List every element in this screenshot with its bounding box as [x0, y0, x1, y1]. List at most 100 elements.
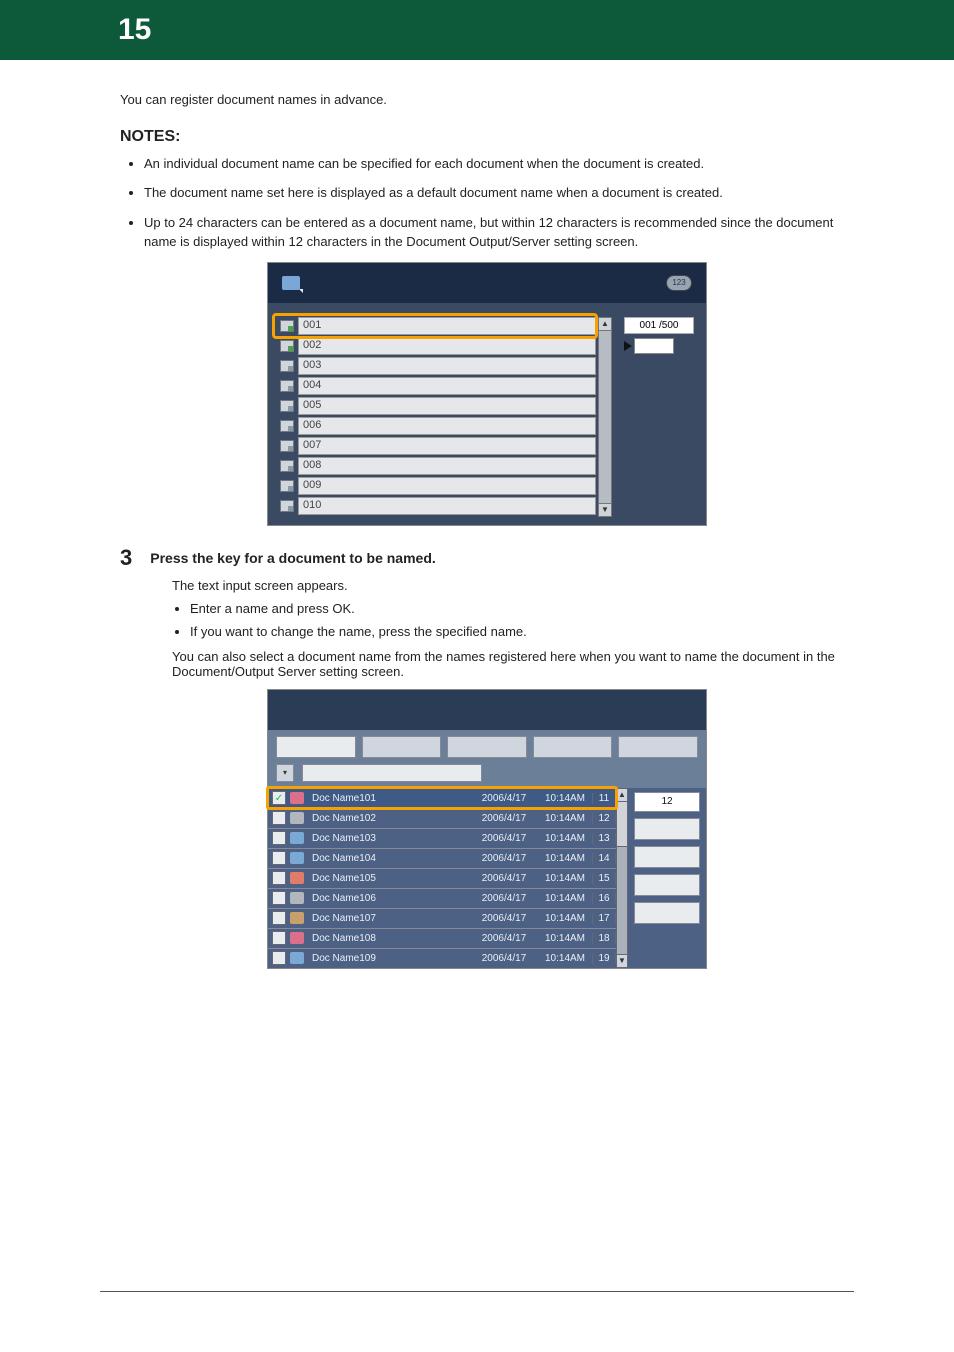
side-actions: 12	[628, 788, 706, 968]
list-item[interactable]: 004	[280, 377, 596, 395]
list-item[interactable]: 007	[280, 437, 596, 455]
list-item[interactable]: 010	[280, 497, 596, 515]
docname-field[interactable]: 007	[298, 437, 596, 455]
docname-field[interactable]: 001	[298, 317, 596, 335]
scroll-thumb[interactable]	[617, 802, 627, 848]
checkbox-icon[interactable]	[272, 871, 286, 885]
edit-icon	[280, 340, 294, 352]
checkbox-icon[interactable]	[272, 851, 286, 865]
doc-date: 2006/4/17	[470, 813, 538, 824]
action-button[interactable]	[634, 818, 700, 840]
checkbox-icon[interactable]	[272, 931, 286, 945]
checkbox-icon[interactable]: ✓	[272, 791, 286, 805]
doc-type-icon	[290, 852, 304, 864]
page-header: 15	[0, 0, 954, 60]
checkbox-icon[interactable]	[272, 811, 286, 825]
table-row[interactable]: Doc Name1032006/4/1710:14AM13	[268, 828, 616, 848]
doc-time: 10:14AM	[538, 873, 592, 884]
list-item[interactable]: 003	[280, 357, 596, 375]
doc-time: 10:14AM	[538, 913, 592, 924]
edit-icon	[280, 480, 294, 492]
docname-field[interactable]: 003	[298, 357, 596, 375]
tab[interactable]	[533, 736, 613, 758]
scroll-track[interactable]	[598, 331, 612, 503]
list-item[interactable]: 008	[280, 457, 596, 475]
doc-name: Doc Name102	[308, 813, 470, 824]
action-button[interactable]	[634, 846, 700, 868]
step-text: Press the key for a document to be named…	[150, 546, 436, 570]
doc-type-icon	[290, 892, 304, 904]
checkbox-icon[interactable]	[272, 831, 286, 845]
action-button[interactable]	[634, 874, 700, 896]
doc-date: 2006/4/17	[470, 853, 538, 864]
docname-field[interactable]: 004	[298, 377, 596, 395]
docname-field[interactable]: 010	[298, 497, 596, 515]
checkbox-icon[interactable]	[272, 911, 286, 925]
action-button[interactable]	[634, 902, 700, 924]
docname-field[interactable]: 002	[298, 337, 596, 355]
doc-pages: 15	[592, 873, 616, 884]
docname-field[interactable]: 005	[298, 397, 596, 415]
scrollbar[interactable]: ▲ ▼	[598, 317, 612, 517]
table-row[interactable]: Doc Name1072006/4/1710:14AM17	[268, 908, 616, 928]
doc-time: 10:14AM	[538, 793, 592, 804]
list-item[interactable]: 005	[280, 397, 596, 415]
toolbar: ▾	[268, 758, 706, 788]
checkbox-icon[interactable]	[272, 891, 286, 905]
tab[interactable]	[276, 736, 356, 758]
doc-pages: 13	[592, 833, 616, 844]
screen1-header: 123	[268, 263, 706, 303]
doc-pages: 16	[592, 893, 616, 904]
docname-field[interactable]: 009	[298, 477, 596, 495]
table-row[interactable]: Doc Name1062006/4/1710:14AM16	[268, 888, 616, 908]
scroll-up-button[interactable]: ▲	[616, 788, 628, 802]
jump-control[interactable]	[624, 338, 694, 354]
doc-date: 2006/4/17	[470, 933, 538, 944]
tab[interactable]	[362, 736, 442, 758]
doc-type-icon	[290, 932, 304, 944]
edit-icon	[280, 440, 294, 452]
scrollbar[interactable]: ▲ ▼	[616, 788, 628, 968]
search-input[interactable]	[302, 764, 482, 782]
edit-icon	[280, 400, 294, 412]
scroll-down-button[interactable]: ▼	[616, 954, 628, 968]
list-item[interactable]: 001	[280, 317, 596, 335]
scroll-track[interactable]	[616, 802, 628, 954]
document-settings-icon[interactable]	[282, 276, 300, 290]
subheading: The text input screen appears.	[172, 578, 854, 593]
table-row[interactable]: Doc Name1022006/4/1710:14AM12	[268, 808, 616, 828]
edit-icon	[280, 460, 294, 472]
scroll-up-button[interactable]: ▲	[598, 317, 612, 331]
table-row[interactable]: Doc Name1082006/4/1710:14AM18	[268, 928, 616, 948]
docname-field[interactable]: 008	[298, 457, 596, 475]
doc-type-icon	[290, 872, 304, 884]
doc-date: 2006/4/17	[470, 953, 538, 964]
table-row[interactable]: Doc Name1092006/4/1710:14AM19	[268, 948, 616, 968]
jump-field[interactable]	[634, 338, 674, 354]
doc-time: 10:14AM	[538, 933, 592, 944]
doc-name: Doc Name108	[308, 933, 470, 944]
scroll-down-button[interactable]: ▼	[598, 503, 612, 517]
doc-pages: 14	[592, 853, 616, 864]
list-item[interactable]: 006	[280, 417, 596, 435]
table-row[interactable]: Doc Name1042006/4/1710:14AM14	[268, 848, 616, 868]
doc-type-icon	[290, 832, 304, 844]
list-item[interactable]: 009	[280, 477, 596, 495]
doc-date: 2006/4/17	[470, 893, 538, 904]
counter-icon[interactable]: 123	[666, 275, 692, 291]
doc-name: Doc Name107	[308, 913, 470, 924]
page-number: 15	[118, 13, 151, 47]
table-row[interactable]: ✓Doc Name1012006/4/1710:14AM11	[268, 788, 616, 808]
table-row[interactable]: Doc Name1052006/4/1710:14AM15	[268, 868, 616, 888]
substep-item: If you want to change the name, press th…	[190, 624, 854, 639]
docname-field[interactable]: 006	[298, 417, 596, 435]
checkbox-icon[interactable]	[272, 951, 286, 965]
doc-name: Doc Name104	[308, 853, 470, 864]
filter-dropdown[interactable]: ▾	[276, 764, 294, 782]
tab[interactable]	[618, 736, 698, 758]
list-item[interactable]: 002	[280, 337, 596, 355]
doc-type-icon	[290, 952, 304, 964]
notes-block: NOTES: An individual document name can b…	[120, 128, 854, 252]
tab[interactable]	[447, 736, 527, 758]
doc-name: Doc Name106	[308, 893, 470, 904]
